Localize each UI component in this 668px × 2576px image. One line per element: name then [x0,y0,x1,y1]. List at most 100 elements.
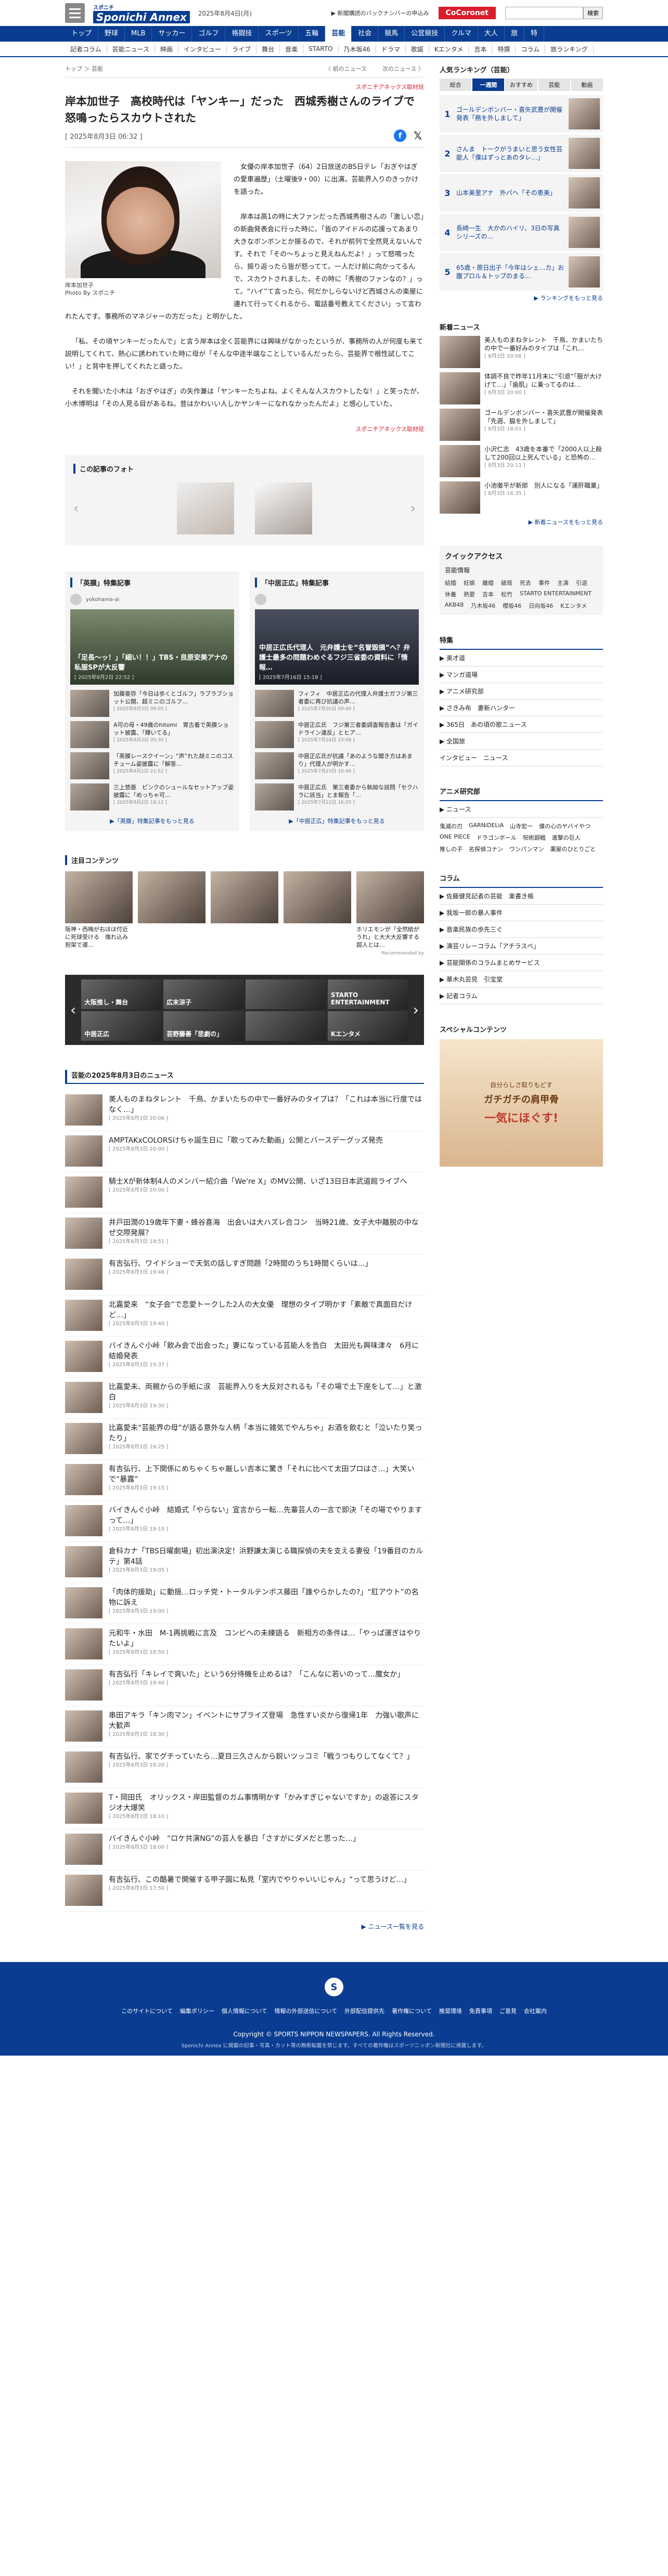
gnav-item[interactable]: 大人 [478,26,505,42]
news-row[interactable]: 比嘉愛未“芸能界の母”が語る意外な人柄「本当に雑気でやんちゃ」お酒を飲むと「泣い… [65,1419,424,1460]
subnav-item[interactable]: 吉本 [469,44,493,54]
subnav-item[interactable]: 芸能ニュース [107,44,156,54]
news-row[interactable]: バイきんぐ小峠 “ロケ共演NG”の芸人を暴白「さすがにダメだと思った…」 [ 20… [65,1829,424,1871]
footer-link[interactable]: 免責事項 [469,2007,492,2015]
news-row[interactable]: バイきんぐ小峠 結婚式「やらない」宣言から一転…先輩芸人の一言で即決「その場でや… [65,1501,424,1542]
ranking-more[interactable]: ▶ ランキングをもっと見る [440,294,603,302]
quick-link[interactable]: 事件 [538,579,550,587]
photo-thumb[interactable] [177,482,234,534]
footer-link[interactable]: 外部配信提供先 [344,2007,384,2015]
feature-item[interactable]: A可の母・49歳のhitomi 胃古着で英膜ショット披露、「輝いてる」 [ 202… [70,721,234,748]
ranking-tab[interactable]: 総合 [440,79,472,91]
news-row[interactable]: 北嘉愛来 “女子会”で恋愛トークした2人の大女優 理想のタイプ明かす「素敵で真面… [65,1296,424,1337]
gnav-item[interactable]: 公営競技 [405,26,445,42]
feature-item[interactable]: 中居正広氏が抗議「あのような聞き方はあまり」代理人が明かす… [ 2025年7月2… [255,752,419,779]
gnav-item[interactable]: 旅 [505,26,524,42]
footer-logo[interactable]: S [325,1978,343,1996]
gnav-item[interactable]: サッカー [152,26,192,42]
side-news-item[interactable]: 小沢仁志 43歳を本番で「2000人以上殺して200回以上死んでいる」と恐怖の…… [440,445,603,477]
column-link[interactable]: ▶ 芸能関係のコラムまとめサービス [440,954,603,971]
gnav-item[interactable]: MLB [125,26,152,42]
quick-link[interactable]: 妊娠 [464,579,475,587]
new-news-more[interactable]: ▶ 新着ニュースをもっと見る [440,518,603,526]
carousel-tile[interactable] [246,979,326,1009]
promo-link[interactable]: ▶ 新聞購読のバックナンバーの申込み [331,9,429,17]
news-row[interactable]: 有吉弘行、家でグチっていたら…夏目三久さんから鋭いツッコミ「戦うつもりしてなくて… [65,1747,424,1788]
quick-link[interactable]: AKB48 [445,601,464,610]
quick-link[interactable]: 破局 [501,579,512,587]
gnav-item[interactable]: 格闘技 [225,26,259,42]
carousel-tile[interactable]: STARTO ENTERTAINMENT [327,979,408,1009]
gnav-item[interactable]: 社会 [352,26,379,42]
news-row[interactable]: 「肉体的援助」に動揺…ロッチ党・トータルテンボス藤田「誰やらかしたの?」“肛アウ… [65,1583,424,1624]
attention-item[interactable] [284,871,351,949]
chevron-right-icon[interactable]: › [410,501,416,516]
subnav-item[interactable]: Kエンタメ [429,44,469,54]
news-row[interactable]: 騎士Xが新体制4人のメンバー紹介曲「We're X」のMV公開、いざ13日日本武… [65,1172,424,1213]
feature-item[interactable]: 中居正広氏 フジ第三者委調査報告書は「ガイドライン違反」とヒア… [ 2025年7… [255,721,419,748]
feature-item[interactable]: 加藤亜弥「今日は歩くとゴルフ」ラブラブショット公開、超ミニのゴルフ… [ 2025… [70,690,234,717]
column-link[interactable]: ▶ 華木丸芸見 引宝堂 [440,971,603,988]
side-news-item[interactable]: 美人ものまねタレント 千鳥、かまいたちの中で一番好みのタイプは「これ… [ 8月3… [440,336,603,368]
prev-news-link[interactable]: 〈 前のニュース [325,64,367,73]
feature-hero[interactable]: 中居正広氏代理人 元弁護士を“名誉毀損”へ？弁護士最多の問題わめぐるフジ三省委の… [255,609,419,685]
subnav-item[interactable]: 特撰 [492,44,516,54]
quick-link[interactable]: 日向坂46 [529,601,553,610]
news-row[interactable]: 倉科カナ「TBS日曜劇場」初出演決定！浜野謙太演じる職探偵の夫を支える妻役「19… [65,1542,424,1583]
next-news-link[interactable]: 次のニュース 〉 [382,64,424,73]
ranking-tab[interactable]: 芸能 [538,79,570,91]
quick-link[interactable]: Kエンタメ [560,601,587,610]
side-news-item[interactable]: 体調不良で昨年11月末に“引退”「服が大けげて…」「歯肌」に乗ってるのは… [ 8… [440,372,603,404]
special-link[interactable]: ▶ 365日 あの頃の歌ニュース [440,716,603,733]
quick-link[interactable]: 休養 [445,590,456,598]
feature-item[interactable]: 中居正広氏 第三者委から執拗な説問「セクハラに該当」とま報告「…[ 2025年7… [255,783,419,810]
carousel-tile[interactable]: Kエンタメ [327,1011,408,1041]
feature-item[interactable]: 三上悠亜 ピンクのシュールなセットアップ姿披露に「めっちゃ可…[ 2025年8月… [70,783,234,810]
gnav-item[interactable]: 五輪 [299,26,326,42]
ad-banner[interactable]: 自分らしさ取りもどす ガチガチの肩甲骨 一気にほぐす! [440,1039,603,1167]
anime-link[interactable]: 呪術廻戦 [523,833,546,842]
feature-item[interactable]: 「英膜レースクイーン」“声”れた胡ミニのコスチューム姿披露に「解答… [ 2025… [70,752,234,779]
special-link[interactable]: ▶ マンガ道場 [440,666,603,683]
gnav-item[interactable]: トップ [65,26,99,42]
subnav-item[interactable]: 記者コラム [65,44,107,54]
quick-link[interactable]: 結婚 [445,579,456,587]
anime-link[interactable]: 薬屋のひとりごと [550,845,596,853]
anime-link[interactable]: 山寺宏一 [510,822,533,830]
gnav-item[interactable]: 芸能 [325,26,352,42]
news-row[interactable]: 元和牛・水田 M-1再挑戦に言及 コンビへの未練語る 新相方の条件は…「やっぱ運… [65,1624,424,1665]
subnav-item[interactable]: 乃木坂46 [339,44,376,54]
photo-thumb[interactable] [255,482,312,534]
attention-item[interactable]: ホリエモンが「全然給がうれ」と大大大反響する超人とは… [356,871,424,949]
article-photo[interactable]: 岸本加世子 Photo By スポニチ [65,161,221,297]
facebook-icon[interactable]: f [394,129,406,142]
footer-link[interactable]: 著作権について [392,2007,432,2015]
feature-hero[interactable]: 「足長～ッ！」「細い！！」TBS・良原安美アナの私服SPが大反響 [ 2025年8… [70,609,234,685]
special-link[interactable]: ▶ さきみ布 妻新ハンター [440,700,603,716]
chevron-left-icon[interactable]: ‹ [70,1001,76,1018]
footer-link[interactable]: このサイトについて [121,2007,173,2015]
news-row[interactable]: 比嘉愛未、両親からの手紙に涙 芸能界入りを大反対されるも「その場で土下座をして…… [65,1378,424,1419]
attention-item[interactable]: 阪神・西梅が右ほほ付近に死球受ける 傷れ込み担架で運… [65,871,133,949]
ranking-item[interactable]: 3 山本美里アナ 外パへ「その恵美」 [440,174,603,212]
anime-link[interactable]: 進撃の巨人 [552,833,581,842]
subnav-item[interactable]: 歌謡 [406,44,429,54]
anime-link[interactable]: 鬼滅の刃 [440,822,463,830]
gnav-item[interactable]: 競馬 [378,26,405,42]
anime-link[interactable]: GARNiDELiA [469,822,504,830]
quick-link[interactable]: 熱愛 [464,590,475,598]
attention-item[interactable] [211,871,278,949]
quick-link[interactable]: 引退 [576,579,587,587]
search-button[interactable]: 検索 [583,7,603,19]
anime-link[interactable]: 推しの子 [440,845,463,853]
ranking-item[interactable]: 5 65歳・原日出子「今年はシェ…カ」お腹プロル＆トップのまる… [440,253,603,291]
ranking-item[interactable]: 1 ゴールデンボンバー・喜矢武豊が開催発表「務を外しまして」 [440,95,603,133]
ranking-tab[interactable]: 一週間 [472,79,505,91]
ranking-item[interactable]: 2 さんま トークがうまいと思う女性芸能人「僕はずっとあのタレ…」 [440,135,603,172]
quick-link[interactable]: 松竹 [501,590,512,598]
carousel-tile[interactable] [246,1011,326,1041]
ranking-item[interactable]: 4 長崎一生 大かのハイリ、3日の写真シリーズの… [440,214,603,251]
special-link[interactable]: ▶ 美才道 [440,650,603,666]
anime-link[interactable]: ONE PIECE [440,833,470,842]
ranking-tab[interactable]: 動画 [571,79,603,91]
